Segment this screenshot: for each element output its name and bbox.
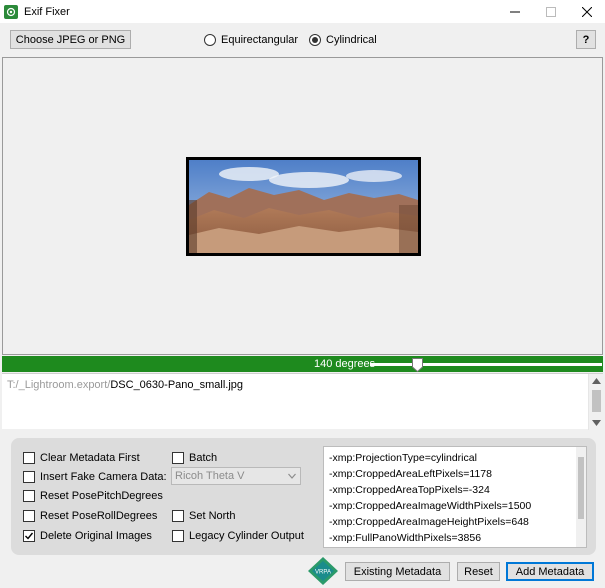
set-north-checkbox[interactable] [172, 509, 184, 522]
radio-equirectangular[interactable]: Equirectangular [204, 32, 298, 48]
set-north-option[interactable]: Set North [172, 508, 235, 523]
choose-file-button[interactable]: Choose JPEG or PNG [10, 30, 131, 49]
set-north-label: Set North [189, 509, 236, 522]
metadata-line: -xmp:CroppedAreaTopPixels=-324 [329, 484, 490, 496]
existing-metadata-button[interactable]: Existing Metadata [345, 562, 450, 581]
reset-roll-label: Reset PoseRollDegrees [40, 509, 158, 522]
metadata-line: -xmp:ProjectionType=cylindrical [329, 452, 477, 464]
batch-checkbox[interactable] [172, 451, 184, 464]
reset-pitch-option[interactable]: Reset PosePitchDegrees [23, 488, 163, 503]
add-metadata-button[interactable]: Add Metadata [506, 562, 594, 581]
degrees-slider-thumb[interactable] [412, 358, 423, 372]
clear-metadata-label: Clear Metadata First [40, 451, 140, 464]
panorama-thumbnail [186, 157, 421, 256]
vrpa-logo: VRPA [308, 557, 338, 585]
fake-camera-checkbox[interactable] [23, 470, 35, 483]
file-path: T:/_Lightroom.export/DSC_0630-Pano_small… [7, 379, 243, 391]
help-button[interactable]: ? [576, 30, 596, 49]
camera-select[interactable]: Ricoh Theta V [171, 467, 301, 485]
reset-pitch-label: Reset PosePitchDegrees [40, 489, 163, 502]
file-path-folder: T:/_Lightroom.export/ [7, 379, 111, 391]
logo-text: VRPA [315, 570, 331, 576]
radio-cylindrical-label: Cylindrical [326, 34, 377, 46]
scrollbar-thumb[interactable] [592, 390, 601, 412]
window-title: Exif Fixer [24, 5, 70, 18]
preview-area [2, 57, 603, 355]
close-icon[interactable] [569, 0, 605, 23]
delete-originals-option[interactable]: Delete Original Images [23, 528, 152, 543]
checkmark-icon [25, 532, 34, 540]
radio-equirectangular-label: Equirectangular [221, 34, 299, 46]
fake-camera-option[interactable]: Insert Fake Camera Data: [23, 469, 167, 484]
file-path-scrollbar[interactable] [588, 374, 603, 430]
panorama-image [189, 160, 418, 253]
chevron-down-icon [288, 473, 296, 479]
metadata-line: -xmp:CroppedAreaImageHeightPixels=648 [329, 516, 529, 528]
app-icon [4, 4, 18, 19]
degrees-label: 140 degrees [314, 358, 376, 370]
reset-roll-checkbox[interactable] [23, 509, 35, 522]
file-path-area: T:/_Lightroom.export/DSC_0630-Pano_small… [2, 373, 603, 430]
batch-label: Batch [189, 451, 218, 464]
reset-pitch-checkbox[interactable] [23, 489, 35, 502]
fake-camera-label: Insert Fake Camera Data: [40, 470, 167, 483]
batch-option[interactable]: Batch [172, 450, 217, 465]
metadata-scrollbar[interactable] [576, 447, 586, 547]
maximize-icon[interactable] [533, 0, 569, 23]
legacy-cylinder-label: Legacy Cylinder Output [189, 529, 304, 542]
reset-button[interactable]: Reset [457, 562, 500, 581]
metadata-line: -xmp:CroppedAreaLeftPixels=1178 [329, 468, 492, 480]
legacy-cylinder-option[interactable]: Legacy Cylinder Output [172, 528, 304, 543]
camera-select-value: Ricoh Theta V [175, 470, 245, 482]
radio-cylindrical[interactable]: Cylindrical [309, 32, 377, 48]
metadata-line: -xmp:FullPanoWidthPixels=3856 [329, 532, 482, 544]
reset-roll-option[interactable]: Reset PoseRollDegrees [23, 508, 157, 523]
degrees-slider-track[interactable] [370, 363, 602, 366]
radio-cylindrical-circle[interactable] [309, 34, 321, 46]
degrees-slider-bar: 140 degrees [2, 356, 603, 372]
delete-originals-checkbox[interactable] [23, 529, 35, 542]
metadata-scrollbar-thumb[interactable] [578, 457, 584, 519]
minimize-icon[interactable] [497, 0, 533, 23]
metadata-line: -xmp:CroppedAreaImageWidthPixels=1500 [329, 500, 532, 512]
title-bar: Exif Fixer [0, 0, 605, 23]
legacy-cylinder-checkbox[interactable] [172, 529, 184, 542]
scroll-up-icon[interactable] [592, 378, 601, 384]
scroll-down-icon[interactable] [592, 420, 601, 426]
clear-metadata-checkbox[interactable] [23, 451, 35, 464]
file-path-name: DSC_0630-Pano_small.jpg [110, 379, 244, 391]
options-panel: Clear Metadata First Insert Fake Camera … [11, 438, 596, 555]
clear-metadata-option[interactable]: Clear Metadata First [23, 450, 140, 465]
delete-originals-label: Delete Original Images [40, 529, 152, 542]
radio-equirectangular-circle[interactable] [204, 34, 216, 46]
metadata-list[interactable]: -xmp:ProjectionType=cylindrical -xmp:Cro… [323, 446, 587, 548]
